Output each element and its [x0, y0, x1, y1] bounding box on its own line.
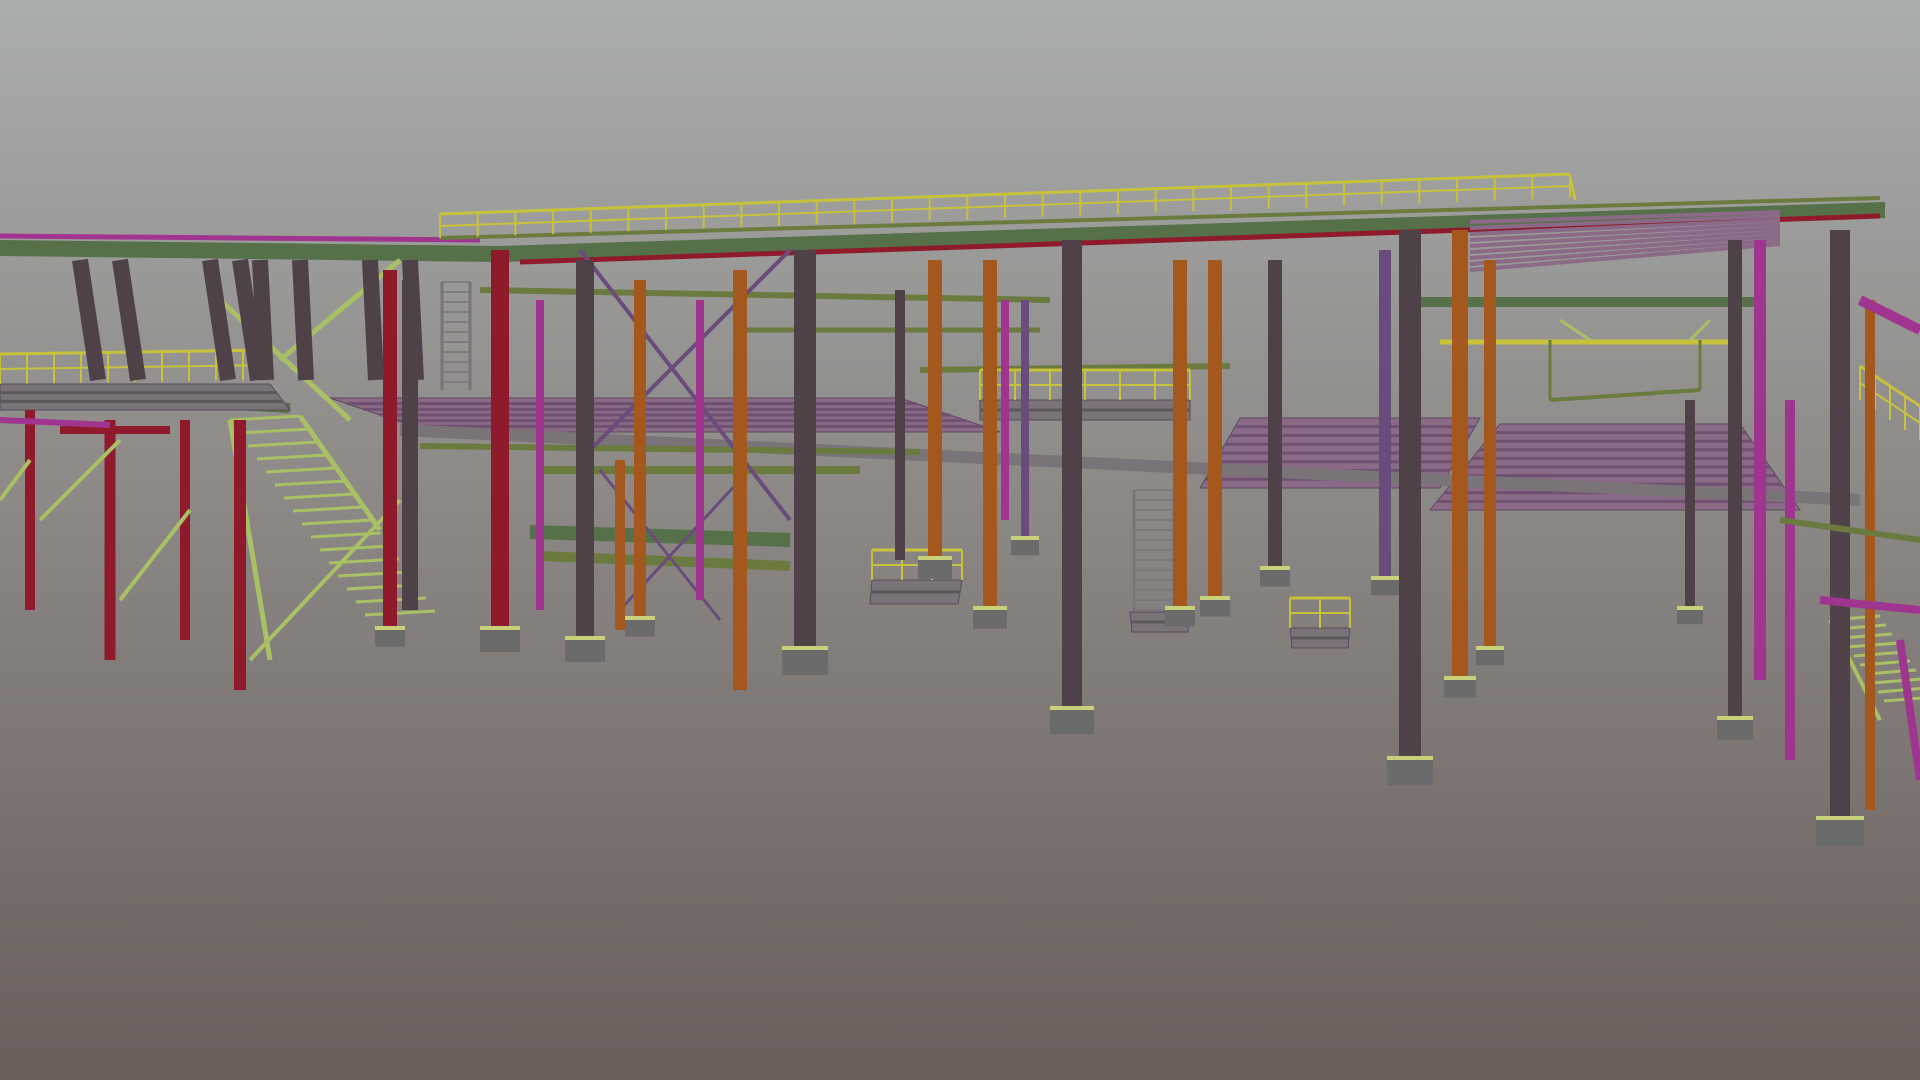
footing-baseplate [1371, 576, 1399, 580]
footing-baseplate [1677, 606, 1703, 610]
footing-baseplate [1476, 646, 1504, 650]
concrete-footing [1371, 580, 1399, 596]
steel-structure-model [0, 0, 1920, 1080]
concrete-footing [1816, 820, 1864, 847]
sloped-column [402, 259, 424, 381]
concrete-footing [1165, 610, 1195, 627]
3d-model-viewport[interactable] [0, 0, 1920, 1080]
footing-baseplate [1260, 566, 1290, 570]
footing-baseplate [973, 606, 1007, 610]
footing-baseplate [1200, 596, 1230, 600]
concrete-footing [1260, 570, 1290, 587]
footing-baseplate [1050, 706, 1094, 710]
footing-baseplate [565, 636, 605, 640]
sloped-column [252, 259, 274, 381]
footing-baseplate [1717, 716, 1753, 720]
sloped-column [362, 259, 384, 381]
concrete-footing [375, 630, 405, 647]
concrete-footing [625, 620, 655, 637]
lower-platform-beam [529, 525, 791, 547]
concrete-footing [1387, 760, 1433, 786]
concrete-footing [1050, 710, 1094, 735]
sloped-column [292, 259, 314, 381]
concrete-footing [1677, 610, 1703, 625]
concrete-footing [1200, 600, 1230, 617]
footing-baseplate [1444, 676, 1476, 680]
concrete-footing [1476, 650, 1504, 666]
footing-baseplate [375, 626, 405, 630]
concrete-footing [1444, 680, 1476, 698]
footing-baseplate [1011, 536, 1039, 540]
concrete-footing [480, 630, 520, 652]
footing-baseplate [625, 616, 655, 620]
footing-baseplate [1816, 816, 1864, 820]
footing-baseplate [1165, 606, 1195, 610]
concrete-footing [782, 650, 828, 676]
concrete-footing [1011, 540, 1039, 556]
concrete-footing [1717, 720, 1753, 740]
footing-baseplate [1387, 756, 1433, 760]
footing-baseplate [918, 556, 952, 560]
footing-baseplate [782, 646, 828, 650]
concrete-footing [918, 560, 952, 579]
viewport-background [0, 0, 1920, 1080]
concrete-footing [565, 640, 605, 662]
grating-deck [0, 383, 292, 411]
footing-baseplate [480, 626, 520, 630]
concrete-footing [973, 610, 1007, 629]
